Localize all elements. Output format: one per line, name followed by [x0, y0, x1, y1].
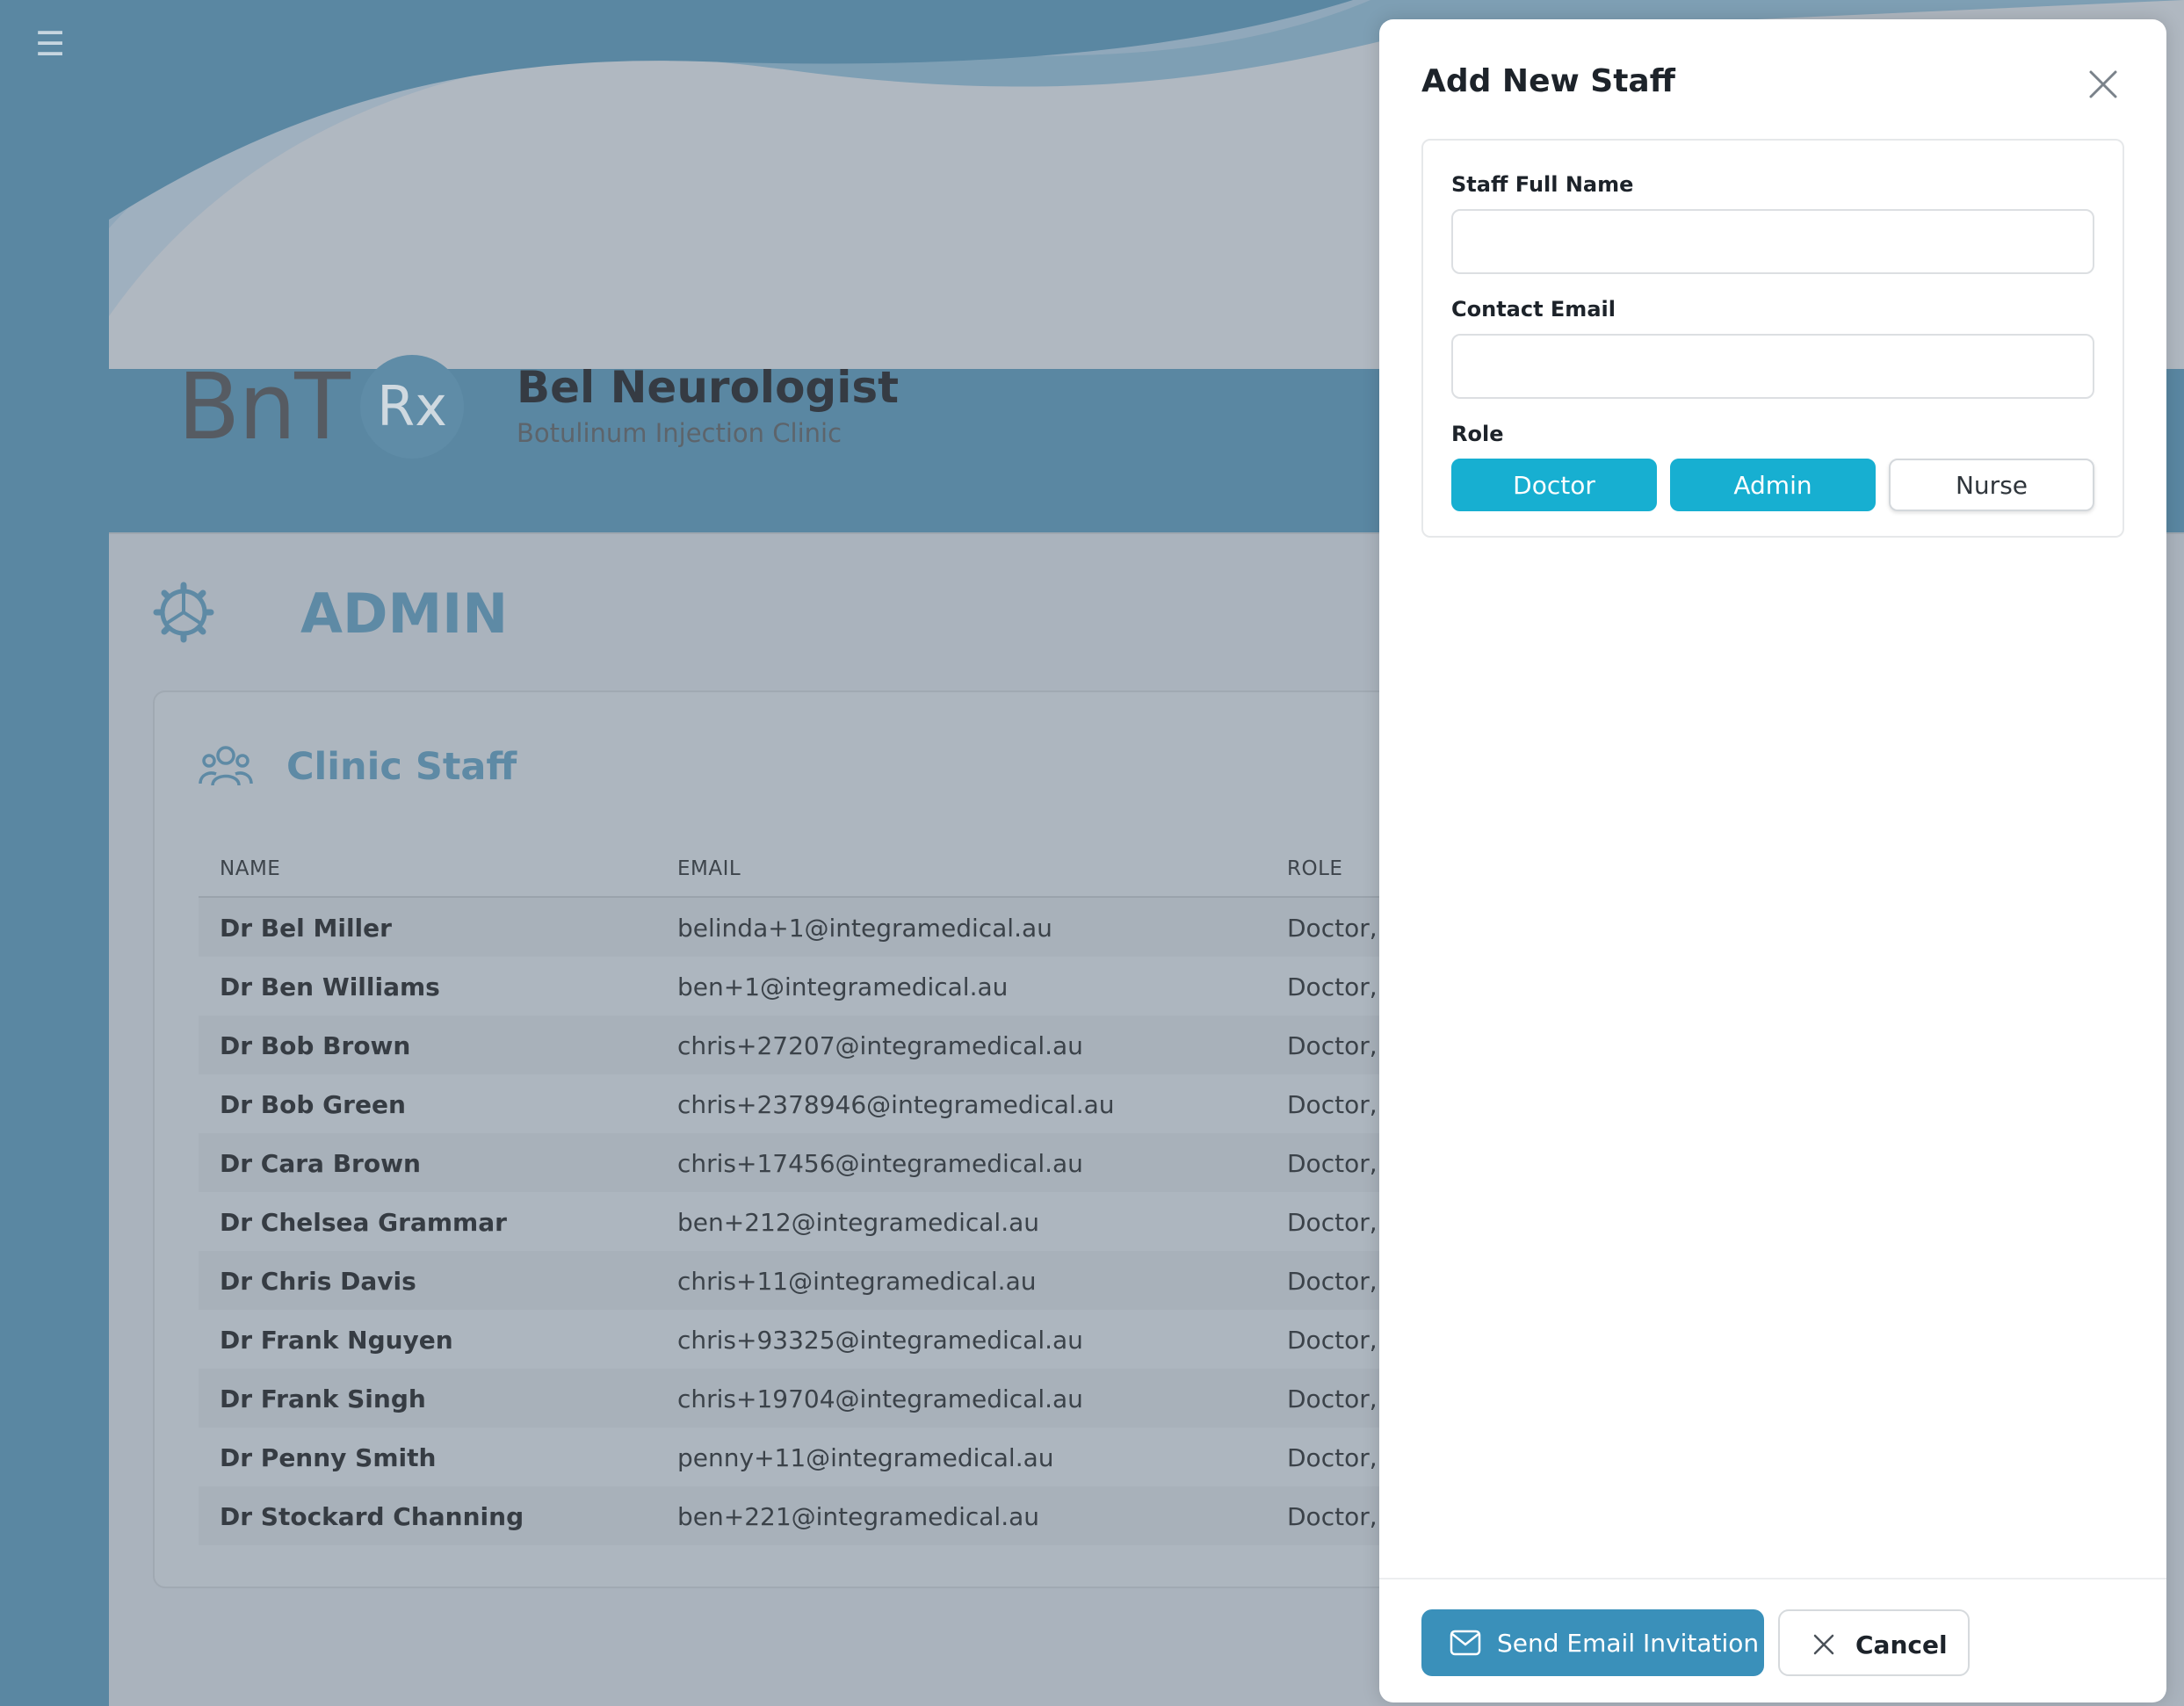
- staff-email: chris+19704@integramedical.au: [677, 1384, 1083, 1413]
- table-row[interactable]: Dr Frank Singh chris+19704@integramedical…: [199, 1369, 1516, 1428]
- staff-name: Dr Bob Brown: [220, 1031, 411, 1060]
- staff-name: Dr Cara Brown: [220, 1149, 421, 1178]
- admin-title: ADMIN: [300, 582, 509, 646]
- close-icon: [2089, 70, 2117, 98]
- menu-button[interactable]: ☰: [35, 25, 70, 63]
- role-label: Role: [1451, 422, 1504, 446]
- table-header: NAME EMAIL ROLE: [199, 849, 1516, 898]
- staff-name: Dr Frank Singh: [220, 1384, 426, 1413]
- mail-icon: [1450, 1630, 1481, 1656]
- cancel-label: Cancel: [1855, 1630, 1948, 1659]
- table-row[interactable]: Dr Chelsea Grammar ben+212@integramedical…: [199, 1192, 1516, 1251]
- staff-email: chris+11@integramedical.au: [677, 1267, 1037, 1296]
- hamburger-icon: ☰: [35, 25, 66, 63]
- column-header-name: NAME: [220, 857, 281, 880]
- name-label: Staff Full Name: [1451, 172, 1634, 197]
- table-row[interactable]: Dr Bob Green chris+2378946@integramedical…: [199, 1074, 1516, 1133]
- staff-email: ben+212@integramedical.au: [677, 1208, 1040, 1237]
- staff-name: Dr Chris Davis: [220, 1267, 416, 1296]
- people-icon: [199, 746, 253, 786]
- staff-email: chris+27207@integramedical.au: [677, 1031, 1083, 1060]
- table-row[interactable]: Dr Stockard Channing ben+221@integramedic…: [199, 1486, 1516, 1545]
- modal-footer: Send Email Invitation Cancel: [1379, 1578, 2166, 1702]
- email-label: Contact Email: [1451, 297, 1616, 322]
- contact-email-input[interactable]: [1451, 334, 2094, 399]
- table-row[interactable]: Dr Frank Nguyen chris+93325@integramedica…: [199, 1310, 1516, 1369]
- table-row[interactable]: Dr Ben Williams ben+1@integramedical.au Do…: [199, 957, 1516, 1016]
- staff-name: Dr Stockard Channing: [220, 1502, 524, 1531]
- role-doctor-button[interactable]: Doctor: [1451, 459, 1657, 511]
- staff-name: Dr Penny Smith: [220, 1443, 437, 1472]
- staff-email: penny+11@integramedical.au: [677, 1443, 1054, 1472]
- role-admin-button[interactable]: Admin: [1670, 459, 1876, 511]
- staff-email: ben+221@integramedical.au: [677, 1502, 1040, 1531]
- role-nurse-button[interactable]: Nurse: [1889, 459, 2094, 511]
- table-row[interactable]: Dr Bob Brown chris+27207@integramedical.a…: [199, 1016, 1516, 1074]
- cancel-button[interactable]: Cancel: [1778, 1609, 1970, 1676]
- staff-name-input[interactable]: [1451, 209, 2094, 274]
- staff-name: Dr Chelsea Grammar: [220, 1208, 507, 1237]
- staff-name: Dr Frank Nguyen: [220, 1326, 453, 1355]
- close-button[interactable]: [2082, 63, 2124, 105]
- staff-table: NAME EMAIL ROLE Dr Bel Miller belinda+1@i…: [199, 849, 1516, 1545]
- clinic-logo: BnT Rx: [177, 350, 573, 464]
- logo-text: BnT: [177, 353, 351, 460]
- staff-email: chris+93325@integramedical.au: [677, 1326, 1083, 1355]
- staff-email: ben+1@integramedical.au: [677, 972, 1009, 1001]
- gear-icon: [153, 582, 214, 643]
- staff-name: Dr Ben Williams: [220, 972, 440, 1001]
- table-row[interactable]: Dr Penny Smith penny+11@integramedical.au…: [199, 1428, 1516, 1486]
- clinic-name: Bel Neurologist: [517, 362, 900, 413]
- column-header-role: ROLE: [1287, 857, 1343, 880]
- table-row[interactable]: Dr Bel Miller belinda+1@integramedical.au…: [199, 898, 1516, 957]
- staff-name: Dr Bel Miller: [220, 914, 392, 943]
- column-header-email: EMAIL: [677, 857, 741, 880]
- staff-email: chris+17456@integramedical.au: [677, 1149, 1083, 1178]
- staff-email: belinda+1@integramedical.au: [677, 914, 1052, 943]
- clinic-staff-card: Clinic Staff NAME EMAIL ROLE Dr Bel Mill…: [153, 690, 1516, 1588]
- staff-email: chris+2378946@integramedical.au: [677, 1090, 1115, 1119]
- x-icon: [1813, 1634, 1834, 1655]
- table-row[interactable]: Dr Chris Davis chris+11@integramedical.au…: [199, 1251, 1516, 1310]
- modal-title: Add New Staff: [1421, 63, 1675, 99]
- logo-rx-badge: Rx: [360, 355, 464, 459]
- staff-form: Staff Full Name Contact Email Role Docto…: [1421, 139, 2124, 538]
- clinic-subtitle: Botulinum Injection Clinic: [517, 418, 843, 448]
- card-title: Clinic Staff: [286, 745, 517, 789]
- table-row[interactable]: Dr Cara Brown chris+17456@integramedical.…: [199, 1133, 1516, 1192]
- send-email-invitation-button[interactable]: Send Email Invitation: [1421, 1609, 1764, 1676]
- staff-name: Dr Bob Green: [220, 1090, 406, 1119]
- send-label: Send Email Invitation: [1497, 1629, 1760, 1658]
- add-staff-modal: Add New Staff Staff Full Name Contact Em…: [1379, 19, 2166, 1702]
